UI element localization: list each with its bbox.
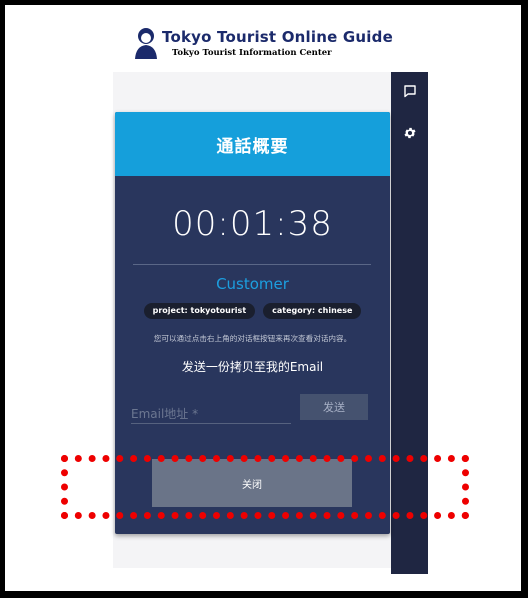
call-duration: 00:01:38	[172, 204, 333, 244]
review-hint: 您可以通过点击右上角的对话框按钮来再次查看对话内容。	[153, 334, 352, 343]
email-field[interactable]	[131, 396, 291, 424]
close-button[interactable]: 关闭	[152, 459, 352, 507]
tag-project: project: tokyotourist	[143, 303, 256, 319]
dialog-title: 通話概要	[216, 136, 289, 157]
tag-category: category: chinese	[263, 303, 362, 319]
right-sidebar	[391, 72, 428, 574]
email-field-wrapper	[131, 396, 291, 426]
send-copy-label: 发送一份拷贝至我的Email	[181, 360, 324, 374]
gear-icon[interactable]	[400, 123, 420, 143]
site-header: Tokyo Tourist Online Guide Tokyo Tourist…	[110, 20, 393, 80]
customer-label: Customer	[216, 275, 289, 293]
chat-icon[interactable]	[400, 81, 420, 101]
guide-avatar-icon	[133, 27, 159, 63]
tag-list: project: tokyotourist category: chinese	[115, 303, 390, 319]
brand-subtitle: Tokyo Tourist Information Center	[172, 48, 332, 58]
brand-title: Tokyo Tourist Online Guide	[162, 28, 393, 46]
dialog-header: 通話概要	[115, 112, 390, 176]
call-summary-dialog: 通話概要 00:01:38 Customer project: tokyotou…	[115, 112, 390, 534]
send-button[interactable]: 发送	[300, 394, 368, 420]
divider	[133, 264, 371, 265]
